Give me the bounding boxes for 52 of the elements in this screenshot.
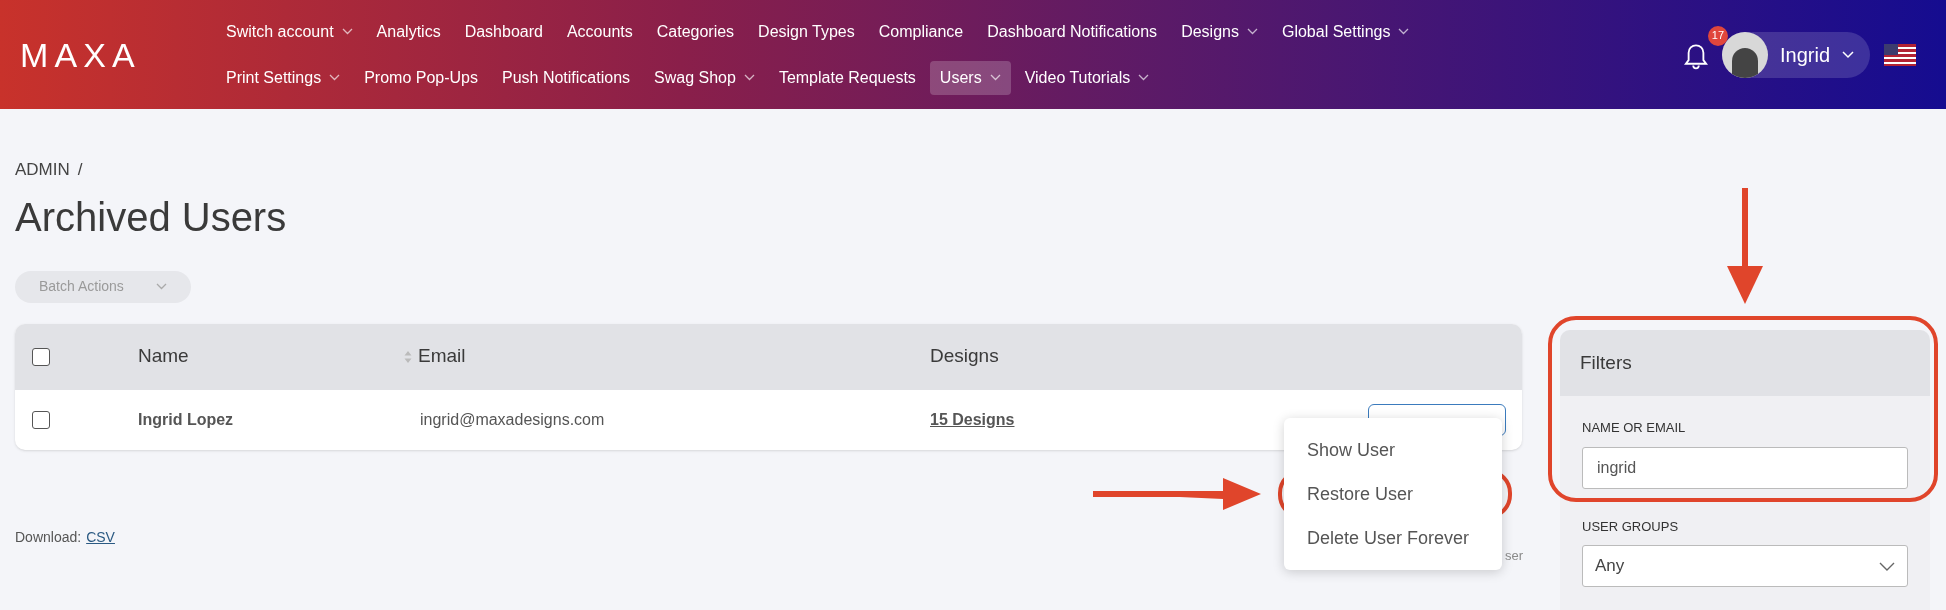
- notification-count-badge: 17: [1707, 25, 1728, 46]
- user-email: ingrid@maxadesigns.com: [420, 410, 605, 428]
- chevron-down-icon: [329, 74, 341, 81]
- filters-title: Filters: [1580, 350, 1632, 375]
- chevron-down-icon: [1842, 50, 1854, 59]
- filter-label: NAME OR EMAIL: [1582, 419, 1687, 437]
- nav-link[interactable]: Global Settings: [1271, 14, 1420, 49]
- page-title: Archived Users: [15, 196, 288, 237]
- nav-link[interactable]: Switch account: [216, 14, 363, 49]
- nav-link[interactable]: Dashboard: [454, 14, 553, 49]
- chevron-down-icon: [156, 283, 167, 290]
- breadcrumb-link[interactable]: ADMIN: [15, 157, 70, 183]
- nav-link[interactable]: Users: [929, 60, 1011, 95]
- user-name: Ingrid Lopez: [138, 410, 234, 428]
- csv-download-link[interactable]: CSV: [86, 526, 115, 548]
- column-header: Designs: [930, 344, 999, 369]
- menu-item[interactable]: Show User: [1284, 428, 1502, 472]
- nav-link[interactable]: Designs: [1171, 14, 1268, 49]
- chevron-down-icon: [743, 74, 755, 81]
- chevron-down-icon: [1246, 28, 1258, 35]
- nav-link[interactable]: Accounts: [556, 14, 643, 49]
- nav-link[interactable]: Push Notifications: [492, 60, 641, 95]
- chevron-down-icon: [1879, 561, 1895, 571]
- column-header[interactable]: Email: [418, 342, 466, 371]
- nav-link[interactable]: Compliance: [868, 14, 974, 49]
- download-label: Download:: [15, 527, 82, 547]
- nav-link[interactable]: Video Tutorials: [1014, 60, 1160, 95]
- nav-link[interactable]: Dashboard Notifications: [977, 14, 1168, 49]
- column-header: Name: [138, 344, 189, 369]
- nav-link[interactable]: Print Settings: [216, 60, 351, 95]
- checkbox[interactable]: [32, 410, 50, 429]
- nav-link[interactable]: Template Requests: [768, 60, 926, 95]
- nav-link[interactable]: Swag Shop: [644, 60, 765, 95]
- chevron-down-icon: [989, 74, 1001, 81]
- nav-link[interactable]: Categories: [646, 14, 745, 49]
- checkbox[interactable]: [32, 347, 50, 366]
- menu-item[interactable]: Delete User Forever: [1284, 516, 1502, 560]
- filter-label: USER GROUPS: [1582, 517, 1680, 536]
- chevron-down-icon: [341, 28, 353, 35]
- menu-item[interactable]: Restore User: [1284, 472, 1502, 516]
- nav-link[interactable]: Design Types: [748, 14, 865, 49]
- user-count-text: ser: [1505, 547, 1524, 565]
- nav-link[interactable]: Promo Pop-Ups: [354, 60, 488, 95]
- us-flag-icon[interactable]: [1884, 43, 1916, 66]
- breadcrumb-separator: /: [77, 159, 83, 181]
- chevron-down-icon: [1398, 28, 1410, 35]
- designs-link[interactable]: 15 Designs: [930, 407, 1015, 432]
- nav-link[interactable]: Analytics: [366, 14, 451, 49]
- user-groups-select[interactable]: Any: [1582, 545, 1908, 587]
- maxa-logo[interactable]: MAXA: [20, 37, 175, 72]
- name-or-email-field[interactable]: ingrid: [1582, 446, 1908, 489]
- chevron-down-icon: [1138, 74, 1150, 81]
